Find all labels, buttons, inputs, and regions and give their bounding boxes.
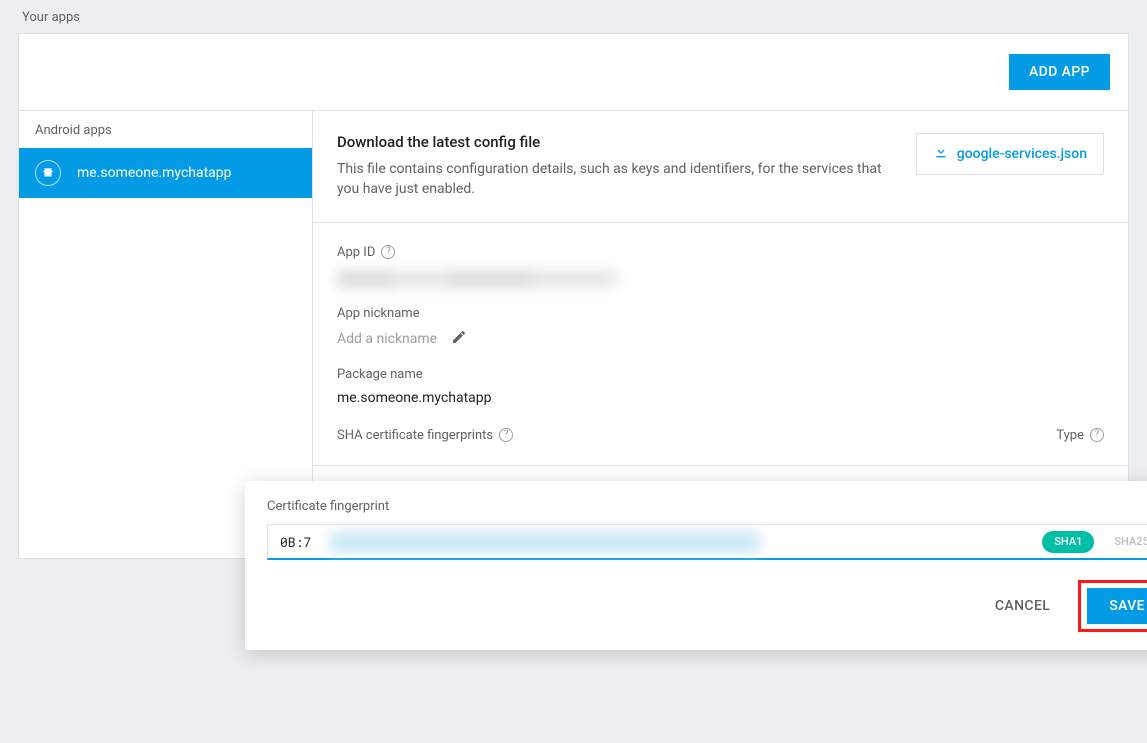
sha-label: SHA certificate fingerprints ? [337,428,513,443]
config-title: Download the latest config file [337,133,892,151]
sha-row: SHA certificate fingerprints ? Type ? [337,424,1104,443]
help-icon[interactable]: ? [499,428,513,442]
package-label: Package name [337,367,1104,382]
card-header: ADD APP [19,34,1128,111]
nickname-row[interactable]: Add a nickname [337,329,1104,349]
cancel-button[interactable]: CANCEL [987,590,1058,622]
card-body: Android apps me.someone.mychatapp Downlo… [19,111,1128,558]
fingerprint-input[interactable] [278,525,322,558]
app-id-label-text: App ID [337,245,375,260]
download-icon [933,144,949,164]
fingerprint-value-redacted [330,531,760,553]
nickname-placeholder: Add a nickname [337,331,437,347]
content: Download the latest config file This fil… [313,111,1128,558]
app-id-value-redacted [337,270,617,288]
help-icon[interactable]: ? [381,245,395,259]
download-config-button[interactable]: google-services.json [916,133,1104,175]
android-icon [35,160,61,186]
config-block: Download the latest config file This fil… [313,111,1128,223]
pencil-icon [451,329,467,349]
help-icon[interactable]: ? [1090,428,1104,442]
app-id-label: App ID ? [337,245,1104,260]
package-value: me.someone.mychatapp [337,390,1104,406]
add-app-button[interactable]: ADD APP [1009,54,1110,90]
sha1-pill[interactable]: SHA1 [1042,531,1094,553]
sidebar-group-label: Android apps [19,111,312,148]
fingerprint-input-wrap[interactable]: SHA1 SHA256 [267,524,1147,560]
save-button-highlight: SAVE [1078,580,1147,632]
download-config-label: google-services.json [957,146,1087,162]
sidebar-item-app[interactable]: me.someone.mychatapp [19,148,312,198]
save-button[interactable]: SAVE [1087,588,1147,624]
details-block: App ID ? App nickname Add a nickname Pac… [313,223,1128,466]
apps-card: ADD APP Android apps me.someone.mychatap… [18,33,1129,559]
config-desc: This file contains configuration details… [337,159,892,200]
type-label: Type ? [1056,428,1104,443]
type-label-text: Type [1056,428,1084,443]
section-title: Your apps [18,0,1129,33]
dialog-actions: CANCEL SAVE [267,580,1147,632]
fingerprint-label: Certificate fingerprint [267,499,1147,514]
nickname-label: App nickname [337,306,1104,321]
fingerprint-dialog: Certificate fingerprint SHA1 SHA256 CANC… [245,481,1147,650]
sidebar-item-label: me.someone.mychatapp [77,165,232,181]
sha-label-text: SHA certificate fingerprints [337,428,493,443]
sha256-pill[interactable]: SHA256 [1102,531,1147,553]
